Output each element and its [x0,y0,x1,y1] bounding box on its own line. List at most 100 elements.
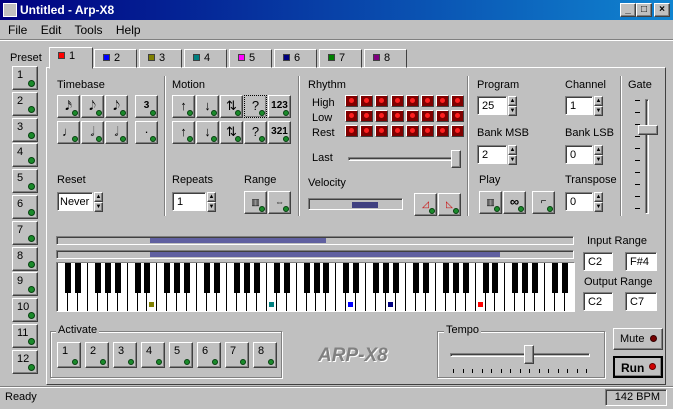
play-loop-button[interactable]: ∞ [503,191,526,214]
timebase-button-0-2[interactable]: 𝅘𝅥𝅮 [105,95,128,118]
black-key[interactable] [313,263,320,293]
gate-thumb[interactable] [638,125,658,135]
preset-button-9[interactable]: 9 [12,272,38,297]
tab-2[interactable]: 2 [94,49,137,68]
activate-button-7[interactable]: 7 [225,342,249,368]
rhythm-step-0-7[interactable] [451,95,465,107]
rhythm-step-1-6[interactable] [436,110,450,122]
black-key[interactable] [253,263,260,293]
timebase-button-1-1[interactable]: 𝅗𝅥 [81,121,104,144]
bank-msb-spin-up[interactable]: ▲ [508,145,517,155]
timebase-triplet-button[interactable]: 3 [135,95,158,118]
transpose-spin-up[interactable]: ▲ [594,192,603,202]
channel-input[interactable]: 1 [565,96,593,115]
rhythm-step-1-5[interactable] [421,110,434,122]
transpose-input[interactable]: 0 [565,192,593,211]
bank-lsb-spin-up[interactable]: ▲ [594,145,603,155]
preset-button-7[interactable]: 7 [12,220,38,245]
black-key[interactable] [522,263,529,293]
channel-spin-down[interactable]: ▼ [594,106,603,116]
program-spin-up[interactable]: ▲ [508,96,517,106]
mute-button[interactable]: Mute [613,328,663,350]
activate-button-5[interactable]: 5 [169,342,193,368]
repeats-spin-down[interactable]: ▼ [207,202,216,212]
velocity-bar[interactable] [308,198,403,210]
rhythm-step-2-0[interactable] [345,125,358,137]
black-key[interactable] [243,263,250,293]
input-range-low[interactable]: C2 [583,252,613,271]
rhythm-step-0-3[interactable] [390,95,404,107]
black-key[interactable] [164,263,171,293]
tab-3[interactable]: 3 [139,49,182,68]
tab-6[interactable]: 6 [274,49,317,68]
rhythm-last-thumb[interactable] [451,150,461,168]
rhythm-step-1-2[interactable] [375,110,389,122]
motion-updown-button[interactable]: ⇅ [220,95,243,118]
motion-up-button[interactable]: ↑ [172,95,195,118]
input-range-bar[interactable] [56,236,574,245]
run-button[interactable]: Run [613,356,663,378]
timebase-button-1-2[interactable]: 𝅗𝅥 [105,121,128,144]
rhythm-step-1-1[interactable] [360,110,374,122]
input-range-high[interactable]: F#4 [625,252,657,271]
black-key[interactable] [482,263,489,293]
timebase-button-0-1[interactable]: 𝅘𝅥𝅮 [81,95,104,118]
transpose-spin-down[interactable]: ▼ [594,202,603,212]
activate-button-6[interactable]: 6 [197,342,221,368]
reset-spin-down[interactable]: ▼ [94,202,103,212]
motion-updown-alt-button[interactable]: ⇅ [220,121,243,144]
black-key[interactable] [532,263,539,293]
rhythm-step-1-7[interactable] [451,110,465,122]
channel-spin-up[interactable]: ▲ [594,96,603,106]
tempo-thumb[interactable] [524,345,534,364]
black-key[interactable] [442,263,449,293]
preset-button-4[interactable]: 4 [12,143,38,168]
bank-lsb-spin-down[interactable]: ▼ [594,155,603,165]
menu-help[interactable]: Help [116,23,141,37]
activate-button-1[interactable]: 1 [57,342,81,368]
rhythm-step-2-7[interactable] [451,125,465,137]
timebase-button-1-0[interactable]: ♩ [57,121,80,144]
black-key[interactable] [452,263,459,293]
menu-file[interactable]: File [8,23,27,37]
tab-8[interactable]: 8 [364,49,407,68]
activate-button-4[interactable]: 4 [141,342,165,368]
tab-4[interactable]: 4 [184,49,227,68]
close-button[interactable]: × [654,3,670,17]
preset-button-8[interactable]: 8 [12,246,38,271]
black-key[interactable] [74,263,81,293]
menu-tools[interactable]: Tools [75,23,103,37]
rhythm-step-0-6[interactable] [436,95,450,107]
rhythm-step-0-5[interactable] [421,95,434,107]
black-key[interactable] [383,263,390,293]
motion-up-alt-button[interactable]: ↑ [172,121,195,144]
preset-button-11[interactable]: 11 [12,324,38,348]
rhythm-step-2-2[interactable] [375,125,389,137]
motion-random-button[interactable]: ? [244,95,267,118]
output-range-low[interactable]: C2 [583,292,613,311]
program-spin-down[interactable]: ▼ [508,106,517,116]
motion-order-321-button[interactable]: 321 [268,121,291,144]
black-key[interactable] [64,263,71,293]
velocity-ramp-up-button[interactable]: ◿ [414,193,437,216]
play-keyboard-button[interactable]: ▥ [479,191,502,214]
menu-edit[interactable]: Edit [41,23,62,37]
black-key[interactable] [283,263,290,293]
maximize-button[interactable]: □ [636,3,652,17]
velocity-ramp-down-button[interactable]: ◺ [438,193,461,216]
rhythm-step-2-3[interactable] [390,125,404,137]
black-key[interactable] [412,263,419,293]
black-key[interactable] [562,263,569,293]
black-key[interactable] [462,263,469,293]
output-range-bar[interactable] [56,250,574,259]
black-key[interactable] [233,263,240,293]
reset-spin-up[interactable]: ▲ [94,192,103,202]
black-key[interactable] [422,263,429,293]
preset-button-5[interactable]: 5 [12,169,38,194]
black-key[interactable] [273,263,280,293]
rhythm-step-1-4[interactable] [405,110,419,122]
black-key[interactable] [323,263,330,293]
black-key[interactable] [552,263,559,293]
tab-5[interactable]: 5 [229,49,272,68]
black-key[interactable] [512,263,519,293]
